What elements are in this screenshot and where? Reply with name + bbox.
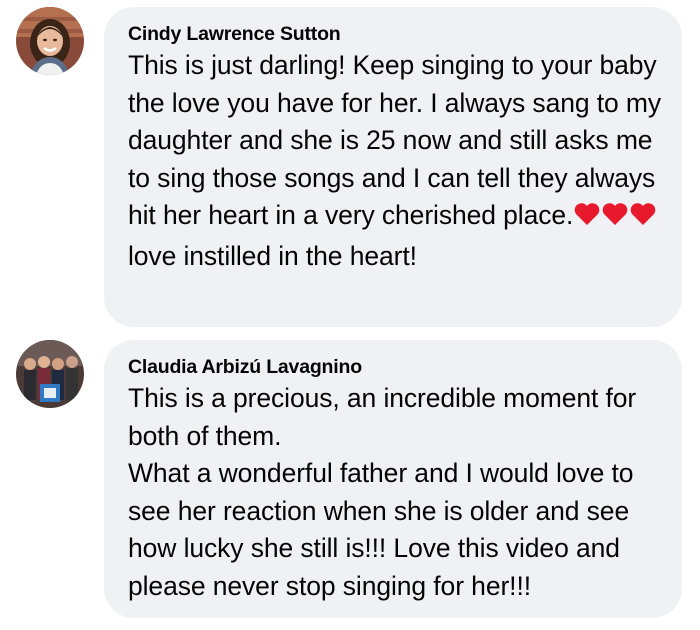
avatar[interactable] [16,7,84,75]
comment-author[interactable]: Claudia Arbizú Lavagnino [128,354,662,380]
comment: Claudia Arbizú Lavagnino This is a preci… [0,330,700,630]
comment-paragraph: This is a precious, an incredible moment… [128,383,637,451]
comment: Cindy Lawrence Sutton This is just darli… [0,0,700,330]
avatar[interactable] [16,340,84,408]
comment-bubble: Cindy Lawrence Sutton This is just darli… [104,7,682,327]
profile-photo-icon [16,340,84,408]
comment-bubble: Claudia Arbizú Lavagnino This is a preci… [104,340,682,618]
comment-text: This is a precious, an incredible moment… [128,380,662,606]
comment-text-part: love instilled in the heart! [128,240,417,271]
comment-paragraph: What a wonderful father and I would love… [128,458,634,601]
comment-author[interactable]: Cindy Lawrence Sutton [128,21,662,47]
hearts-emoji-icon [573,200,657,238]
comment-text: This is just darling! Keep singing to yo… [128,47,662,276]
profile-photo-icon [16,7,84,75]
